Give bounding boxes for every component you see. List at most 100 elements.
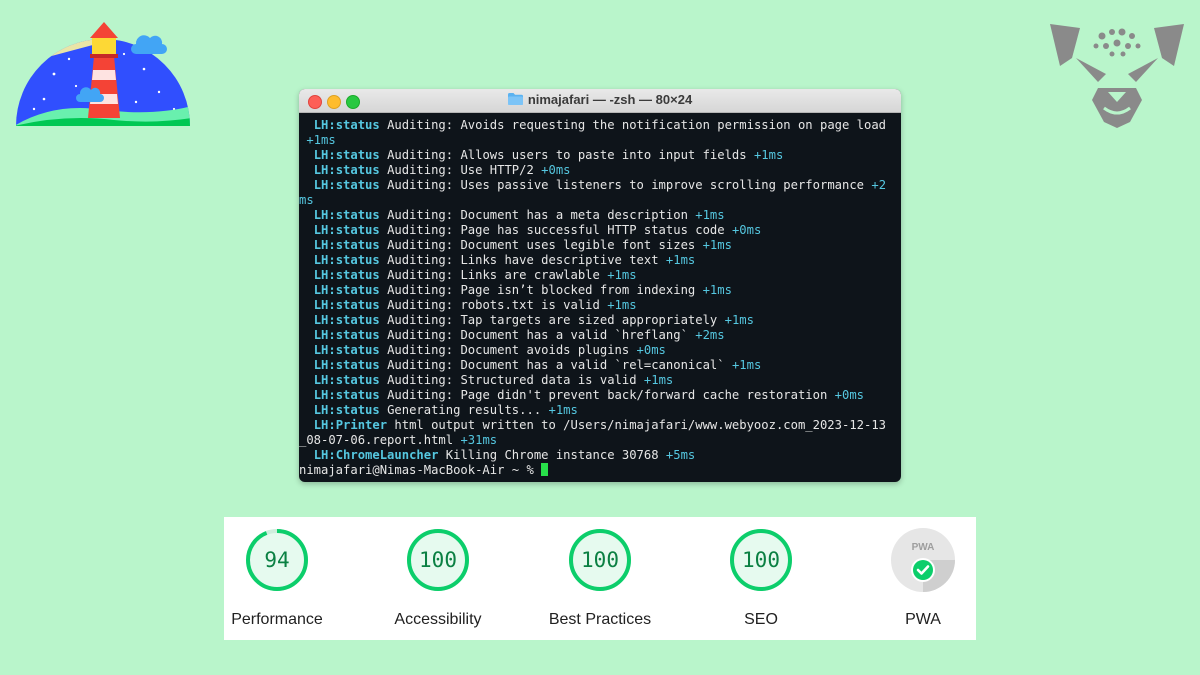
lighthouse-scores-panel: 94 Performance 100 Accessibility 100 Best P… — [224, 517, 976, 640]
log-duration: +1ms — [306, 133, 336, 147]
log-text: html output written to /Users/nimajafari… — [387, 418, 887, 432]
terminal-line: LH:ChromeLauncher Killing Chrome instanc… — [299, 448, 901, 463]
score-seo[interactable]: 100 SEO — [696, 527, 826, 629]
terminal-line: LH:status Auditing: Page has successful … — [299, 223, 901, 238]
log-tag: LH:ChromeLauncher — [313, 448, 439, 462]
terminal-line: LH:status Auditing: Avoids requesting th… — [299, 118, 901, 133]
log-tag: LH:status — [313, 208, 380, 222]
score-gauge: 100 — [407, 529, 469, 591]
terminal-line: _08-07-06.report.html +31ms — [299, 433, 901, 448]
score-label: SEO — [744, 611, 778, 628]
log-duration: +0ms — [731, 223, 762, 237]
terminal-output[interactable]: LH:status Auditing: Avoids requesting th… — [299, 113, 901, 482]
score-gauge: 94 — [246, 529, 308, 591]
log-text: Auditing: Page isn’t blocked from indexi… — [379, 283, 703, 297]
log-text: Auditing: Document uses legible font siz… — [379, 238, 703, 252]
score-value: 94 — [264, 548, 289, 572]
log-text: Generating results... — [379, 403, 549, 417]
terminal-line: LH:status Auditing: Document has a valid… — [299, 328, 901, 343]
terminal-line: LH:status Auditing: Document has a valid… — [299, 358, 901, 373]
log-duration: +1ms — [753, 148, 784, 162]
score-value: 100 — [419, 548, 457, 572]
terminal-cursor — [541, 463, 549, 476]
log-duration: +1ms — [548, 403, 578, 417]
check-circle-icon — [911, 558, 935, 582]
log-duration: +0ms — [541, 163, 571, 177]
terminal-line: LH:status Generating results... +1ms — [299, 403, 901, 418]
log-duration: +1ms — [702, 238, 732, 252]
log-text: nimajafari@Nimas-MacBook-Air ~ % — [299, 463, 542, 477]
terminal-line: LH:Printer html output written to /Users… — [299, 418, 901, 433]
log-text: Auditing: Document has a valid `rel=cano… — [379, 358, 732, 372]
score-pwa[interactable]: PWA PWA — [858, 527, 988, 629]
score-label: Best Practices — [548, 611, 652, 628]
score-accessibility[interactable]: 100 Accessibility — [373, 527, 503, 629]
log-tag: LH:status — [313, 253, 380, 267]
log-duration: +1ms — [607, 268, 637, 282]
score-value: 100 — [581, 548, 619, 572]
window-title-area: nimajafari — -zsh — 80×24 — [299, 92, 901, 107]
log-text: Auditing: Avoids requesting the notifica… — [379, 118, 887, 132]
terminal-line: nimajafari@Nimas-MacBook-Air ~ % — [299, 463, 901, 478]
log-tag: LH:status — [313, 178, 380, 192]
log-text: Auditing: Document avoids plugins — [379, 343, 637, 357]
terminal-line: LH:status Auditing: Document avoids plug… — [299, 343, 901, 358]
log-text: _08-07-06.report.html — [299, 433, 461, 447]
log-duration: +1ms — [724, 313, 754, 327]
log-duration: +5ms — [665, 448, 696, 462]
log-tag: LH:status — [313, 313, 380, 327]
log-tag: LH:status — [313, 223, 380, 237]
log-duration: +1ms — [702, 283, 732, 297]
log-tag: LH:status — [313, 268, 380, 282]
log-text: Auditing: Uses passive listeners to impr… — [379, 178, 872, 192]
log-text: Auditing: Page didn't prevent back/forwa… — [379, 388, 835, 402]
log-tag: LH:status — [313, 373, 380, 387]
log-tag: LH:status — [313, 328, 380, 342]
score-best-practices[interactable]: 100 Best Practices — [535, 527, 665, 629]
log-duration: +2 — [871, 178, 887, 192]
log-text: Auditing: Links are crawlable — [379, 268, 608, 282]
terminal-line: LH:status Auditing: Allows users to past… — [299, 148, 901, 163]
log-tag: LH:status — [313, 343, 380, 357]
log-text: Auditing: Tap targets are sized appropri… — [379, 313, 725, 327]
terminal-line: LH:status Auditing: Page isn’t blocked f… — [299, 283, 901, 298]
log-text: Auditing: Document has a valid `hreflang… — [379, 328, 696, 342]
log-duration: +1ms — [607, 298, 637, 312]
window-titlebar[interactable]: nimajafari — -zsh — 80×24 — [299, 89, 901, 113]
score-label: Performance — [231, 611, 323, 628]
log-text: Auditing: Document has a meta descriptio… — [379, 208, 696, 222]
folder-icon — [507, 93, 523, 105]
terminal-line: LH:status Auditing: Structured data is v… — [299, 373, 901, 388]
score-gauge: 100 — [730, 529, 792, 591]
log-tag: LH:status — [313, 238, 380, 252]
log-duration: ms — [299, 193, 314, 207]
terminal-line: LH:status Auditing: Links have descripti… — [299, 253, 901, 268]
log-tag: LH:status — [313, 148, 380, 162]
log-duration: +0ms — [636, 343, 666, 357]
lighthouse-logo — [16, 22, 190, 126]
score-performance[interactable]: 94 Performance — [212, 527, 342, 629]
log-text: Auditing: Use HTTP/2 — [379, 163, 542, 177]
log-tag: LH:status — [313, 283, 380, 297]
terminal-line: LH:status Auditing: Links are crawlable … — [299, 268, 901, 283]
score-gauge: 100 — [569, 529, 631, 591]
log-tag: LH:status — [313, 403, 380, 417]
terminal-window[interactable]: nimajafari — -zsh — 80×24 LH:status Audi… — [299, 89, 901, 482]
log-duration: +2ms — [695, 328, 725, 342]
terminal-line: LH:status Auditing: Uses passive listene… — [299, 178, 901, 193]
